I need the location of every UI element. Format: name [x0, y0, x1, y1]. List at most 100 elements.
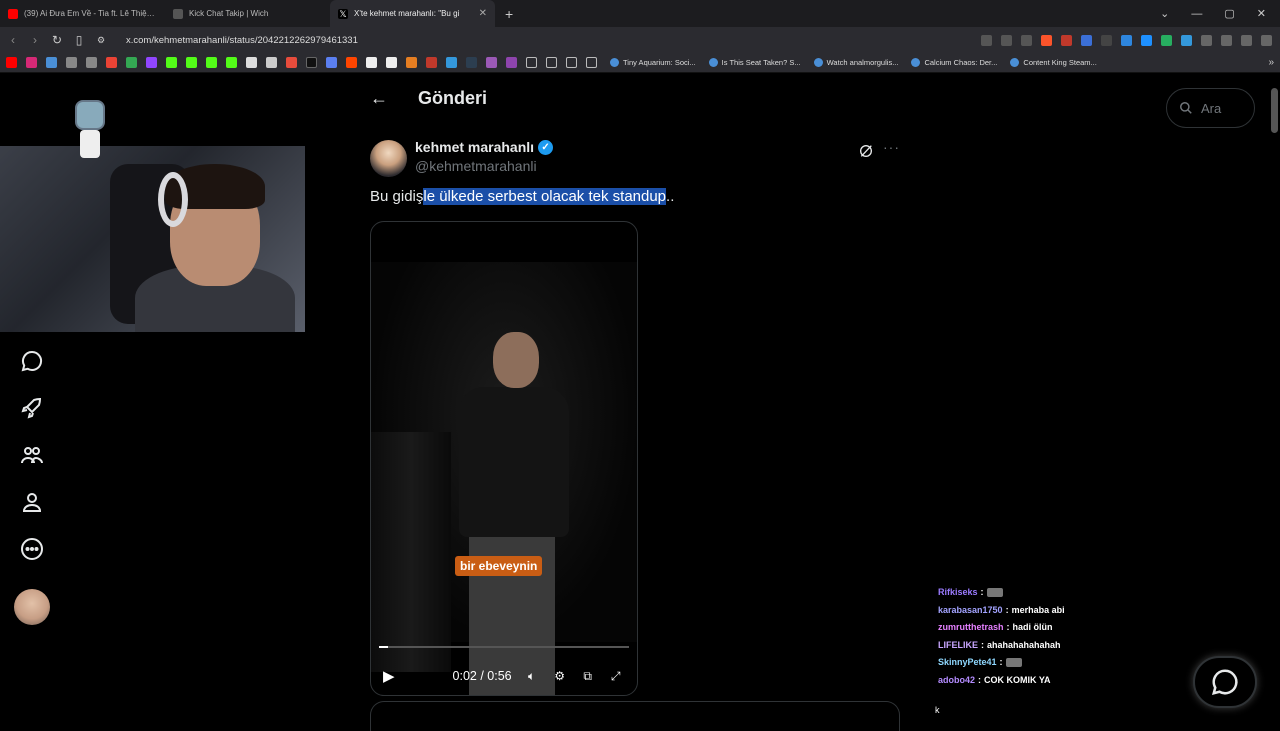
share-icon[interactable]: [1021, 34, 1032, 46]
bookmark-icon[interactable]: [486, 57, 497, 68]
folder-icon[interactable]: [586, 57, 597, 68]
bookmark-icon[interactable]: [446, 57, 457, 68]
bookmark-icon[interactable]: [426, 57, 437, 68]
bookmark-icon[interactable]: [406, 57, 417, 68]
picture-in-picture-icon[interactable]: ⧉: [580, 669, 596, 684]
messages-fab-button[interactable]: [1193, 656, 1257, 708]
more-bookmarks-icon[interactable]: »: [1268, 57, 1274, 68]
site-settings-icon[interactable]: ⚙: [96, 35, 106, 46]
extension-icon[interactable]: [1181, 34, 1192, 46]
tab-kick-chat[interactable]: Kick Chat Takip | Wich: [165, 0, 330, 27]
music-icon[interactable]: [1241, 34, 1252, 46]
youtube-icon[interactable]: [6, 57, 17, 68]
extension-icon[interactable]: [1061, 34, 1072, 46]
author-avatar[interactable]: [370, 140, 407, 177]
new-tab-button[interactable]: +: [505, 6, 513, 22]
bookmark-icon[interactable]: [266, 57, 277, 68]
chat-username[interactable]: zumrutthetrash: [938, 619, 1004, 637]
screen-icon[interactable]: [981, 34, 992, 46]
extension-icon[interactable]: [1161, 34, 1172, 46]
menu-icon[interactable]: [1261, 34, 1272, 46]
bookmark-calcium-chaos[interactable]: Calcium Chaos: Der...: [911, 58, 997, 67]
bookmark-icon[interactable]: [466, 57, 477, 68]
bookmark-seat-taken[interactable]: Is This Seat Taken? S...: [708, 58, 801, 67]
chat-message: zumrutthetrash : hadi ölün: [938, 619, 1138, 637]
extension-icon[interactable]: [1121, 34, 1132, 46]
author-handle[interactable]: @kehmetmarahanli: [415, 158, 537, 174]
instagram-icon[interactable]: [26, 57, 37, 68]
search-input[interactable]: Ara: [1166, 88, 1255, 128]
folder-icon[interactable]: [526, 57, 537, 68]
tab-x-post[interactable]: 𝕏 X'te kehmet marahanlı: "Bu gi ✕: [330, 0, 495, 27]
extension-icon[interactable]: [1101, 34, 1112, 46]
video-player[interactable]: bir ebeveynin ▶ 0:02 / 0:56 🔈︎ ⚙ ⧉ ⤢: [370, 221, 638, 696]
gmail-icon[interactable]: [106, 57, 117, 68]
zoom-icon[interactable]: [1001, 34, 1012, 46]
chat-username[interactable]: SkinnyPete41: [938, 654, 997, 672]
back-arrow-icon[interactable]: ←: [370, 88, 390, 109]
next-post-card[interactable]: [370, 701, 900, 731]
video-progress-bar[interactable]: [379, 646, 629, 648]
bookmark-icon[interactable]: [86, 57, 97, 68]
chat-username[interactable]: karabasan1750: [938, 602, 1003, 620]
puzzle-icon[interactable]: [1201, 34, 1212, 46]
bookmark-icon[interactable]: [226, 57, 237, 68]
folder-icon[interactable]: [546, 57, 557, 68]
maximize-button[interactable]: ▢: [1224, 7, 1234, 20]
volume-icon[interactable]: 🔈︎: [524, 669, 540, 684]
chat-separator: :: [981, 639, 984, 650]
kick-icon[interactable]: [186, 57, 197, 68]
tab-youtube[interactable]: (39) Ai Đưa Em Về - Tia ft. Lê Thiện H: [0, 0, 165, 27]
bookmark-icon[interactable]: [286, 57, 297, 68]
page-scrollbar[interactable]: [1271, 88, 1278, 133]
sidebar-icon[interactable]: [1221, 34, 1232, 46]
communities-icon[interactable]: [19, 442, 45, 468]
kick-icon[interactable]: [206, 57, 217, 68]
bookmark-icon[interactable]: [506, 57, 517, 68]
fullscreen-icon[interactable]: ⤢: [608, 669, 624, 684]
bookmark-icon[interactable]: [46, 57, 57, 68]
grok-icon[interactable]: [858, 143, 874, 159]
minimize-button[interactable]: —: [1191, 8, 1202, 20]
brave-shield-icon[interactable]: [1041, 34, 1052, 46]
more-horizontal-icon[interactable]: ···: [883, 139, 900, 155]
bookmark-icon[interactable]: [366, 57, 377, 68]
extension-icon[interactable]: [1141, 34, 1152, 46]
page-title: Gönderi: [418, 88, 488, 108]
chat-username[interactable]: Rifkiseks: [938, 584, 978, 602]
bookmark-icon[interactable]: [386, 57, 397, 68]
bookmark-icon[interactable]: [326, 57, 337, 68]
play-icon[interactable]: ▶: [383, 667, 395, 685]
bookmark-icon[interactable]: ▯: [74, 33, 84, 47]
messages-icon[interactable]: [19, 348, 45, 374]
anchor-icon[interactable]: [246, 57, 257, 68]
twitch-icon[interactable]: [146, 57, 157, 68]
bookmark-icon[interactable]: [66, 57, 77, 68]
chat-input[interactable]: k: [935, 705, 940, 715]
x-logo-icon[interactable]: [306, 57, 317, 68]
chevron-down-icon[interactable]: ⌄: [1160, 7, 1169, 20]
folder-icon[interactable]: [566, 57, 577, 68]
chat-username[interactable]: adobo42: [938, 672, 975, 690]
reddit-icon[interactable]: [346, 57, 357, 68]
drive-icon[interactable]: [126, 57, 137, 68]
bookmark-tiny-aquarium[interactable]: Tiny Aquarium: Soci...: [610, 58, 696, 67]
bookmark-content-king[interactable]: Content King Steam...: [1010, 58, 1097, 67]
close-window-button[interactable]: ✕: [1257, 7, 1266, 20]
reload-icon[interactable]: ↻: [52, 33, 62, 47]
forward-nav-icon[interactable]: ›: [30, 33, 40, 47]
account-avatar[interactable]: [14, 589, 50, 625]
back-nav-icon[interactable]: ‹: [8, 33, 18, 47]
rocket-icon[interactable]: [19, 395, 45, 421]
profile-icon[interactable]: [19, 489, 45, 515]
chat-username[interactable]: LIFELIKE: [938, 637, 978, 655]
close-tab-icon[interactable]: ✕: [479, 8, 487, 19]
more-options-icon[interactable]: [19, 536, 45, 562]
url-field[interactable]: x.com/kehmetmarahanli/status/20422122629…: [126, 35, 969, 46]
bookmark-watch[interactable]: Watch analmorgulis...: [813, 58, 898, 67]
author-name-row[interactable]: kehmet marahanlı ✓: [415, 139, 554, 155]
extension-icon[interactable]: [1081, 34, 1092, 46]
verified-badge-icon: ✓: [538, 139, 554, 155]
kick-icon[interactable]: [166, 57, 177, 68]
settings-icon[interactable]: ⚙: [552, 669, 568, 683]
